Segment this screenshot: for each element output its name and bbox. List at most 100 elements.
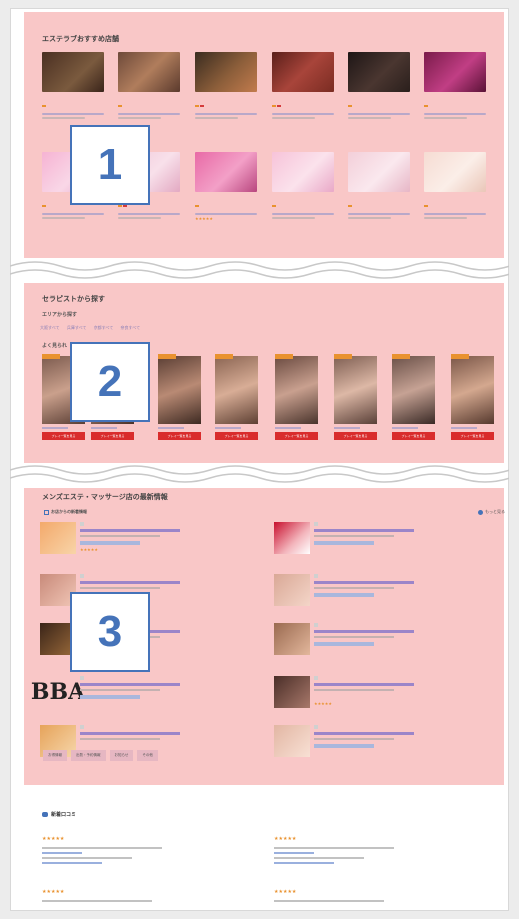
therapist-name-line bbox=[334, 427, 360, 429]
shop-info-line bbox=[348, 117, 392, 119]
shop-thumbnail[interactable] bbox=[424, 152, 486, 192]
therapist-card[interactable]: プレイ一覧を見る bbox=[334, 354, 377, 440]
news-item[interactable] bbox=[274, 574, 494, 616]
news-meta bbox=[80, 725, 86, 729]
news-item[interactable] bbox=[274, 522, 494, 564]
shop-info-line bbox=[272, 217, 316, 219]
news-area-tag bbox=[80, 695, 140, 699]
therapist-card[interactable]: プレイ一覧を見る bbox=[392, 354, 435, 440]
category-tab[interactable]: お知らせ bbox=[109, 750, 134, 761]
shop-tag bbox=[195, 205, 199, 207]
shop-thumbnail[interactable] bbox=[118, 52, 180, 92]
shop-thumbnail[interactable] bbox=[195, 152, 257, 192]
shop-tag bbox=[42, 105, 46, 107]
therapist-card[interactable]: プレイ一覧を見る bbox=[215, 354, 258, 440]
therapist-photo[interactable] bbox=[158, 356, 201, 424]
section-number-2: 2 bbox=[70, 342, 150, 422]
shop-card[interactable] bbox=[42, 52, 104, 119]
therapist-photo[interactable] bbox=[392, 356, 435, 424]
therapist-play-button[interactable]: プレイ一覧を見る bbox=[392, 432, 435, 440]
news-thumbnail[interactable] bbox=[274, 574, 310, 606]
category-tab[interactable]: お得情報 bbox=[43, 750, 67, 761]
news-item[interactable]: ★★★★★ bbox=[274, 676, 494, 718]
news-thumbnail[interactable]: BBA bbox=[31, 676, 85, 708]
therapist-name-line bbox=[392, 427, 418, 429]
news-title-line[interactable] bbox=[314, 581, 414, 584]
therapist-play-button[interactable]: プレイ一覧を見る bbox=[215, 432, 258, 440]
more-link[interactable]: もっと見る bbox=[478, 509, 505, 515]
area-link[interactable]: 兵庫すべて bbox=[67, 325, 87, 330]
review-shop-link[interactable] bbox=[42, 852, 82, 854]
news-item[interactable] bbox=[274, 623, 494, 665]
review-item[interactable]: ★★★★★ bbox=[274, 825, 484, 864]
more-link-label[interactable]: もっと見る bbox=[485, 509, 505, 514]
shop-thumbnail[interactable] bbox=[272, 152, 334, 192]
category-tab[interactable]: その他 bbox=[137, 750, 158, 761]
therapist-photo[interactable] bbox=[334, 356, 377, 424]
news-item[interactable]: BBA bbox=[31, 676, 260, 718]
shop-thumbnail[interactable] bbox=[272, 52, 334, 92]
review-item[interactable]: ★★★★★ bbox=[274, 878, 484, 902]
news-thumbnail[interactable] bbox=[274, 725, 310, 757]
shop-card[interactable]: ★★★★★ bbox=[195, 152, 257, 221]
news-meta bbox=[314, 623, 320, 627]
shop-card[interactable] bbox=[118, 52, 180, 119]
shop-info-line bbox=[272, 117, 316, 119]
shop-tag bbox=[42, 205, 46, 207]
therapist-card[interactable]: プレイ一覧を見る bbox=[158, 354, 201, 440]
ranking-ribbon bbox=[158, 354, 176, 359]
news-thumbnail[interactable] bbox=[274, 623, 310, 655]
area-title: エリアから探す bbox=[42, 312, 78, 318]
therapist-play-button[interactable]: プレイ一覧を見る bbox=[334, 432, 377, 440]
shop-thumbnail[interactable] bbox=[195, 52, 257, 92]
therapist-play-button[interactable]: プレイ一覧を見る bbox=[42, 432, 85, 440]
ranking-ribbon bbox=[275, 354, 293, 359]
news-thumbnail[interactable] bbox=[274, 522, 310, 554]
news-title-line[interactable] bbox=[314, 630, 414, 633]
review-item[interactable]: ★★★★★ bbox=[42, 878, 252, 902]
news-title-line[interactable] bbox=[314, 732, 414, 735]
shop-card[interactable] bbox=[424, 152, 486, 219]
latest-news-title: メンズエステ・マッサージ店の最新情報 bbox=[42, 493, 168, 501]
shop-thumbnail[interactable] bbox=[424, 52, 486, 92]
therapist-play-button[interactable]: プレイ一覧を見る bbox=[91, 432, 134, 440]
therapist-card[interactable]: プレイ一覧を見る bbox=[275, 354, 318, 440]
therapist-photo[interactable] bbox=[215, 356, 258, 424]
shop-thumbnail[interactable] bbox=[348, 152, 410, 192]
therapist-play-button[interactable]: プレイ一覧を見る bbox=[275, 432, 318, 440]
area-link[interactable]: 大阪すべて bbox=[40, 325, 60, 330]
news-title-line[interactable] bbox=[314, 529, 414, 532]
news-title-line[interactable] bbox=[80, 732, 180, 735]
therapist-card[interactable]: プレイ一覧を見る bbox=[451, 354, 494, 440]
area-link[interactable]: 奈良すべて bbox=[121, 325, 141, 330]
shop-news-heading: お店からの新着情報 bbox=[44, 509, 87, 515]
news-title-line[interactable] bbox=[80, 683, 180, 686]
shop-rating-stars: ★★★★★ bbox=[195, 216, 213, 221]
shop-thumbnail[interactable] bbox=[42, 52, 104, 92]
area-link[interactable]: 京都すべて bbox=[94, 325, 114, 330]
shop-card[interactable] bbox=[272, 152, 334, 219]
shop-card[interactable] bbox=[195, 52, 257, 119]
news-title-line[interactable] bbox=[80, 529, 180, 532]
shop-tag bbox=[118, 205, 122, 207]
news-item[interactable] bbox=[274, 725, 494, 767]
therapist-name-line bbox=[451, 427, 477, 429]
category-tab[interactable]: 出勤・予約情報 bbox=[71, 750, 106, 761]
therapist-play-button[interactable]: プレイ一覧を見る bbox=[451, 432, 494, 440]
therapist-play-button[interactable]: プレイ一覧を見る bbox=[158, 432, 201, 440]
news-title-line[interactable] bbox=[80, 581, 180, 584]
review-shop-link[interactable] bbox=[274, 852, 314, 854]
shop-card[interactable] bbox=[272, 52, 334, 119]
news-title-line[interactable] bbox=[314, 683, 414, 686]
news-thumbnail[interactable] bbox=[40, 522, 76, 554]
news-thumbnail[interactable] bbox=[274, 676, 310, 708]
review-item[interactable]: ★★★★★ bbox=[42, 825, 252, 864]
therapist-photo[interactable] bbox=[451, 356, 494, 424]
therapist-name-line bbox=[158, 427, 184, 429]
therapist-photo[interactable] bbox=[275, 356, 318, 424]
shop-thumbnail[interactable] bbox=[348, 52, 410, 92]
shop-card[interactable] bbox=[348, 52, 410, 119]
shop-card[interactable] bbox=[424, 52, 486, 119]
shop-card[interactable] bbox=[348, 152, 410, 219]
news-item[interactable]: ★★★★★ bbox=[40, 522, 260, 564]
